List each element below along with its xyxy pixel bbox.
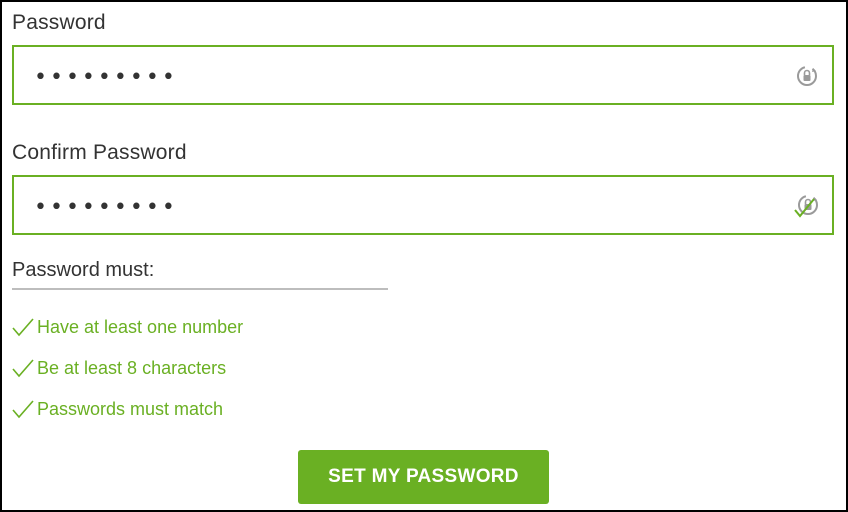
requirement-label: Passwords must match xyxy=(37,398,224,419)
requirement-item: Have at least one number xyxy=(12,315,243,339)
requirement-item: Be at least 8 characters xyxy=(12,356,226,380)
reveal-password-icon[interactable] xyxy=(794,63,820,89)
requirement-label: Have at least one number xyxy=(37,316,244,337)
check-icon xyxy=(12,359,34,378)
confirm-password-label: Confirm Password xyxy=(12,141,187,164)
password-form: Password ••••••••• Confirm Password ••••… xyxy=(0,0,848,512)
confirm-password-input[interactable]: ••••••••• xyxy=(34,195,178,220)
password-field[interactable]: ••••••••• xyxy=(12,45,834,105)
set-password-button[interactable]: SET MY PASSWORD xyxy=(298,450,549,504)
check-icon xyxy=(12,400,34,419)
requirements-title: Password must: xyxy=(12,259,155,281)
check-icon xyxy=(12,318,34,337)
requirement-item: Passwords must match xyxy=(12,397,223,421)
password-input[interactable]: ••••••••• xyxy=(34,65,178,90)
password-match-check-icon[interactable] xyxy=(794,193,820,219)
confirm-password-field[interactable]: ••••••••• xyxy=(12,175,834,235)
password-label: Password xyxy=(12,11,106,34)
requirements-divider xyxy=(12,288,388,290)
requirement-label: Be at least 8 characters xyxy=(37,357,227,378)
